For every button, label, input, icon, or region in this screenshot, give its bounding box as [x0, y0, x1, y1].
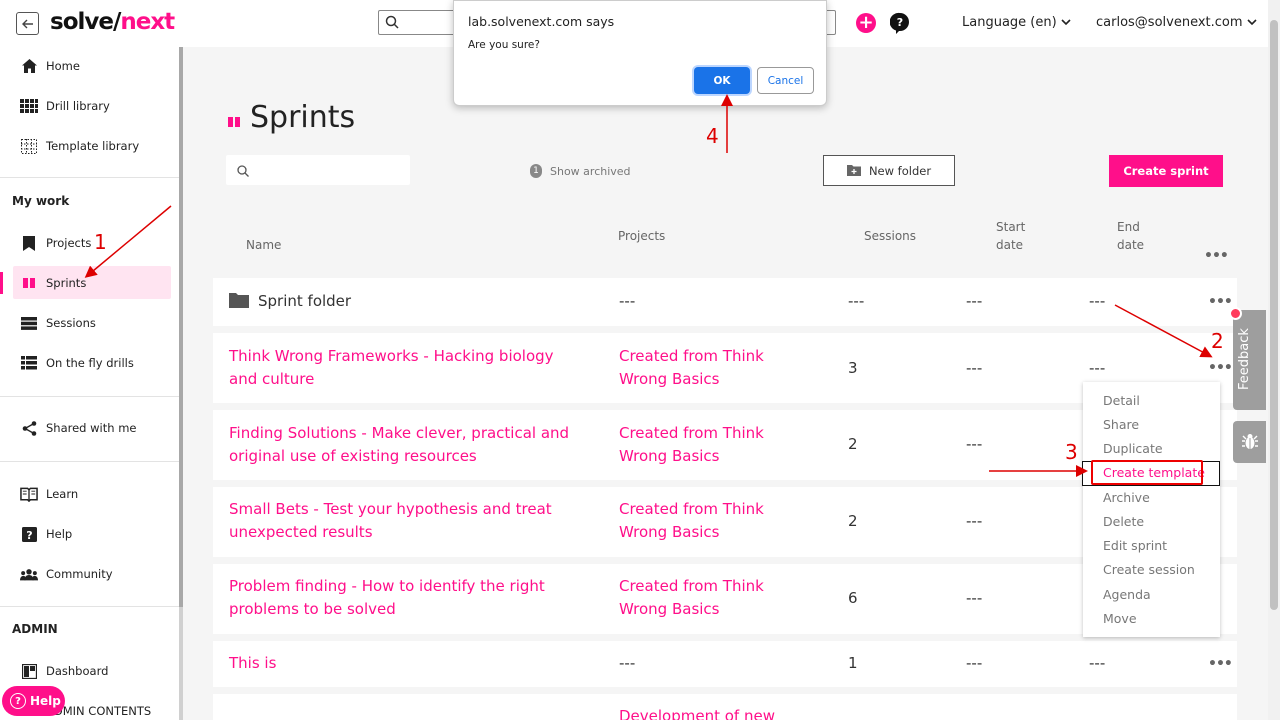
annotation-arrows — [84, 94, 1213, 477]
annotation-step-3: 3 — [1065, 440, 1078, 464]
annotation-step-2: 2 — [1211, 329, 1224, 353]
annotation-step-4: 4 — [706, 124, 719, 148]
annotation-step-1: 1 — [94, 230, 107, 254]
